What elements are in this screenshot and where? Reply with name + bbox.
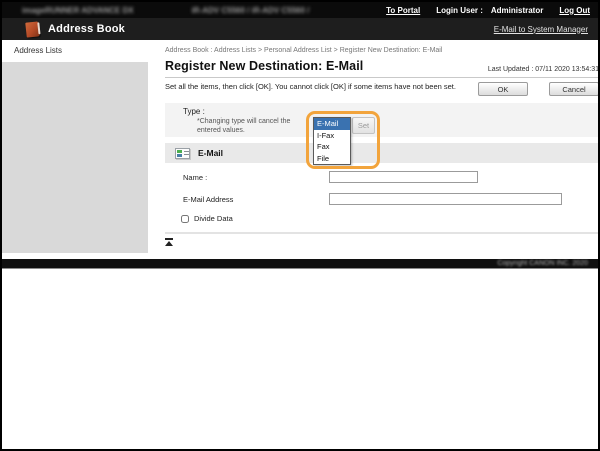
type-note: *Changing type will cancel the entered v… bbox=[197, 117, 309, 135]
title-divider bbox=[165, 77, 599, 78]
type-section: Type : *Changing type will cancel the en… bbox=[165, 103, 599, 137]
email-section-header: E-Mail bbox=[165, 143, 599, 163]
topbar-links: To Portal Login User : Administrator Log… bbox=[370, 6, 590, 15]
copyright-text: Copyright CANON INC. 2020 bbox=[497, 260, 588, 267]
email-destination-icon bbox=[175, 148, 190, 159]
instruction-row: Set all the items, then click [OK]. You … bbox=[165, 82, 599, 96]
email-to-system-manager-link[interactable]: E-Mail to System Manager bbox=[494, 25, 588, 34]
sidebar: Address Lists bbox=[2, 40, 148, 253]
page-title: Register New Destination: E-Mail bbox=[165, 59, 363, 73]
main-panel: Address Book : Address Lists > Personal … bbox=[148, 40, 600, 253]
login-user-label: Login User : bbox=[436, 6, 483, 15]
sidebar-item-address-lists[interactable]: Address Lists bbox=[2, 40, 148, 62]
to-portal-link[interactable]: To Portal bbox=[386, 6, 420, 15]
name-input[interactable] bbox=[329, 171, 478, 183]
divide-data-checkbox[interactable] bbox=[181, 215, 189, 223]
set-button[interactable]: Set bbox=[352, 117, 375, 134]
name-field-row: Name : bbox=[165, 169, 599, 185]
last-updated: Last Updated : 07/11 2020 13:54:31 bbox=[488, 66, 599, 73]
ok-button[interactable]: OK bbox=[478, 82, 528, 96]
app-bar: Address Book E-Mail to System Manager bbox=[2, 18, 598, 40]
action-buttons: OK Cancel bbox=[457, 82, 599, 96]
address-book-icon bbox=[25, 21, 39, 37]
divide-data-row: Divide Data bbox=[181, 214, 599, 223]
login-user-value: Administrator bbox=[491, 6, 543, 15]
divide-data-label: Divide Data bbox=[194, 214, 233, 223]
email-field-row: E-Mail Address bbox=[165, 191, 599, 207]
top-bar: imageRUNNER ADVANCE DX iR-ADV C5560 / iR… bbox=[2, 2, 598, 18]
dropdown-option-fax[interactable]: Fax bbox=[314, 141, 350, 153]
type-label: Type : bbox=[183, 107, 599, 116]
device-name-text: iR-ADV C5560 / iR-ADV C5560 / bbox=[192, 6, 310, 15]
dropdown-option-file[interactable]: File bbox=[314, 153, 350, 165]
content-area: Address Lists Address Book : Address Lis… bbox=[2, 40, 598, 253]
scroll-to-top-icon[interactable] bbox=[165, 238, 175, 246]
log-out-link[interactable]: Log Out bbox=[559, 6, 590, 15]
page-blank-area bbox=[2, 269, 598, 448]
browser-viewport: imageRUNNER ADVANCE DX iR-ADV C5560 / iR… bbox=[0, 0, 600, 451]
app-title: Address Book bbox=[48, 23, 125, 35]
footer-bar: Copyright CANON INC. 2020 bbox=[2, 259, 598, 268]
email-section-title: E-Mail bbox=[198, 148, 223, 158]
breadcrumb: Address Book : Address Lists > Personal … bbox=[165, 47, 599, 54]
email-address-input[interactable] bbox=[329, 193, 562, 205]
title-row: Register New Destination: E-Mail Last Up… bbox=[165, 59, 599, 73]
type-dropdown-list[interactable]: E-Mail I-Fax Fax File bbox=[313, 117, 351, 165]
name-label: Name : bbox=[183, 173, 207, 182]
instruction-text: Set all the items, then click [OK]. You … bbox=[165, 82, 457, 96]
section-divider bbox=[165, 232, 599, 234]
dropdown-option-ifax[interactable]: I-Fax bbox=[314, 130, 350, 142]
dropdown-option-email[interactable]: E-Mail bbox=[314, 118, 350, 130]
cancel-button[interactable]: Cancel bbox=[549, 82, 599, 96]
email-address-label: E-Mail Address bbox=[183, 195, 233, 204]
device-model-text: imageRUNNER ADVANCE DX bbox=[22, 6, 134, 15]
